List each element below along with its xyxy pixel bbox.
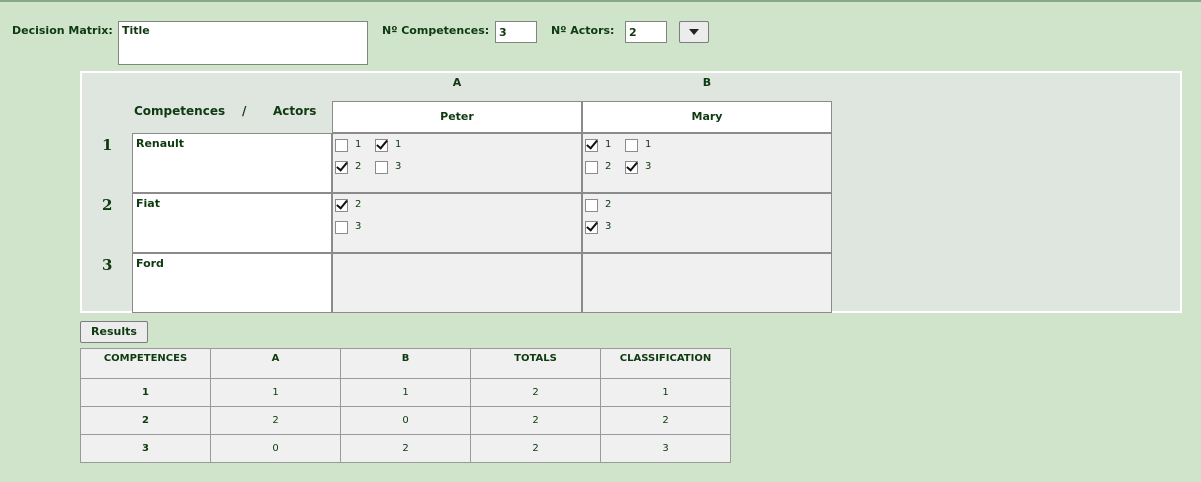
- row-number-1: 1: [102, 136, 113, 154]
- checkbox-1b-2[interactable]: [585, 161, 598, 174]
- actors-count-label: Nº Actors:: [551, 24, 615, 37]
- results-header-classification: CLASSIFICATION: [600, 348, 731, 379]
- checkbox-1b-3[interactable]: [625, 161, 638, 174]
- competence-name-1[interactable]: Renault: [132, 133, 332, 193]
- column-letter-a: A: [452, 76, 462, 89]
- results-cell: 2: [340, 434, 471, 463]
- checkbox-label: 1: [605, 139, 612, 150]
- results-cell: 1: [600, 378, 731, 407]
- decision-matrix-panel: A B Competences / Actors Peter Mary 1 2 …: [80, 71, 1182, 313]
- table-row: 3 0 2 2 3: [80, 434, 731, 463]
- checkbox-1b-1[interactable]: [585, 139, 598, 152]
- results-cell: 2: [80, 406, 211, 435]
- results-header-competences: COMPETENCES: [80, 348, 211, 379]
- actor-name-a[interactable]: Peter: [332, 101, 582, 133]
- matrix-cell-2-a: 2 3: [332, 193, 582, 253]
- results-cell: 1: [210, 378, 341, 407]
- table-row: 1 1 1 2 1: [80, 378, 731, 407]
- dropdown-button[interactable]: [679, 21, 709, 43]
- checkbox-label: 2: [605, 199, 612, 210]
- checkbox-label: 2: [605, 161, 612, 172]
- actor-name-b[interactable]: Mary: [582, 101, 832, 133]
- results-cell: 1: [80, 378, 211, 407]
- matrix-cell-3-b: [582, 253, 832, 313]
- matrix-cell-1-b: 1 1 2 3: [582, 133, 832, 193]
- results-header-b: B: [340, 348, 471, 379]
- results-button[interactable]: Results: [80, 321, 148, 343]
- checkbox-label: 3: [645, 161, 652, 172]
- checkbox-label: 1: [355, 139, 362, 150]
- competence-name-2[interactable]: Fiat: [132, 193, 332, 253]
- checkbox-label: 3: [355, 221, 362, 232]
- checkbox-1b-1b[interactable]: [625, 139, 638, 152]
- results-cell: 2: [210, 406, 341, 435]
- row-number-3: 3: [102, 256, 113, 274]
- table-row: 2 2 0 2 2: [80, 406, 731, 435]
- checkbox-2a-3[interactable]: [335, 221, 348, 234]
- checkbox-1a-1[interactable]: [335, 139, 348, 152]
- row-number-2: 2: [102, 196, 113, 214]
- results-header-a: A: [210, 348, 341, 379]
- checkbox-label: 3: [395, 161, 402, 172]
- results-cell: 2: [470, 434, 601, 463]
- checkbox-label: 2: [355, 161, 362, 172]
- corner-actors-label: Actors: [273, 104, 317, 118]
- corner-competences-label: Competences: [134, 104, 226, 118]
- title-textarea[interactable]: Title: [118, 21, 368, 65]
- results-cell: 2: [600, 406, 731, 435]
- checkbox-1a-2[interactable]: [335, 161, 348, 174]
- chevron-down-icon: [689, 29, 699, 35]
- checkbox-label: 3: [605, 221, 612, 232]
- checkbox-2b-3[interactable]: [585, 221, 598, 234]
- matrix-cell-2-b: 2 3: [582, 193, 832, 253]
- results-cell: 0: [340, 406, 471, 435]
- corner-slash: /: [242, 104, 247, 118]
- results-table: COMPETENCES A B TOTALS CLASSIFICATION 1 …: [80, 348, 731, 463]
- matrix-cell-1-a: 1 1 2 3: [332, 133, 582, 193]
- checkbox-label: 1: [645, 139, 652, 150]
- top-divider: [0, 0, 1201, 2]
- checkbox-1a-1b[interactable]: [375, 139, 388, 152]
- results-cell: 2: [470, 406, 601, 435]
- results-cell: 3: [80, 434, 211, 463]
- checkbox-2a-2[interactable]: [335, 199, 348, 212]
- results-cell: 1: [340, 378, 471, 407]
- competences-count-input[interactable]: [495, 21, 537, 43]
- checkbox-1a-3[interactable]: [375, 161, 388, 174]
- checkbox-label: 2: [355, 199, 362, 210]
- decision-matrix-label: Decision Matrix:: [12, 24, 113, 37]
- competences-count-label: Nº Competences:: [382, 24, 490, 37]
- checkbox-2b-2[interactable]: [585, 199, 598, 212]
- actors-count-input[interactable]: [625, 21, 667, 43]
- results-header-totals: TOTALS: [470, 348, 601, 379]
- results-header-row: COMPETENCES A B TOTALS CLASSIFICATION: [80, 348, 731, 379]
- results-cell: 2: [470, 378, 601, 407]
- matrix-cell-3-a: [332, 253, 582, 313]
- checkbox-label: 1: [395, 139, 402, 150]
- results-cell: 0: [210, 434, 341, 463]
- column-letter-b: B: [702, 76, 712, 89]
- competence-name-3[interactable]: Ford: [132, 253, 332, 313]
- results-cell: 3: [600, 434, 731, 463]
